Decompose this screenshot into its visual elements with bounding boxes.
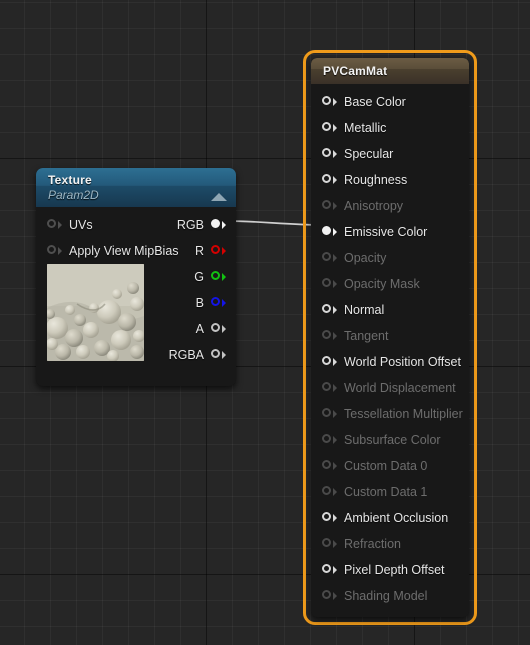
pin-label-tessellation-multiplier: Tessellation Multiplier (344, 407, 463, 421)
pin-row[interactable]: Normal (311, 297, 469, 323)
pin-row[interactable]: UVs RGB (36, 212, 236, 238)
pin-label-pixel-depth-offset: Pixel Depth Offset (344, 563, 445, 577)
texture-node-header[interactable]: Texture Param2D (36, 168, 236, 207)
pin-roughness-connector[interactable] (322, 173, 337, 187)
material-node-body-container: PVCamMat Base Color Metallic Specular Rough… (311, 58, 469, 617)
pin-label-rgba: RGBA (168, 348, 204, 362)
pin-rgb-connector[interactable] (211, 218, 226, 232)
pin-rgba-connector[interactable] (211, 348, 226, 362)
pin-r-connector[interactable] (211, 244, 226, 258)
pin-label-opacity-mask: Opacity Mask (344, 277, 420, 291)
pin-emissive-color-connector[interactable] (322, 225, 337, 239)
pin-row[interactable]: Custom Data 0 (311, 453, 469, 479)
pin-tangent-connector[interactable] (322, 329, 337, 343)
pin-anisotropy-connector[interactable] (322, 199, 337, 213)
pin-custom-data-1-connector[interactable] (322, 485, 337, 499)
texture-node-subtitle: Param2D (48, 188, 99, 202)
pin-base-color-connector[interactable] (322, 95, 337, 109)
pin-row[interactable]: Opacity (311, 245, 469, 271)
pin-label-a: A (195, 322, 204, 336)
pin-label-world-displacement: World Displacement (344, 381, 456, 395)
pin-label-world-position-offset: World Position Offset (344, 355, 461, 369)
pin-specular-connector[interactable] (322, 147, 337, 161)
pin-label-metallic: Metallic (344, 121, 387, 135)
pin-label-specular: Specular (344, 147, 394, 161)
pin-row[interactable]: Roughness (311, 167, 469, 193)
pin-world-displacement-connector[interactable] (322, 381, 337, 395)
material-node-body: Base Color Metallic Specular Roughness Aniso… (311, 84, 469, 617)
pin-row[interactable]: Base Color (311, 89, 469, 115)
material-node-header[interactable]: PVCamMat (311, 58, 469, 84)
pin-label-r: R (194, 244, 204, 258)
pin-row[interactable]: Tangent (311, 323, 469, 349)
pin-ambient-occlusion-connector[interactable] (322, 511, 337, 525)
pin-custom-data-0-connector[interactable] (322, 459, 337, 473)
pin-label-anisotropy: Anisotropy (344, 199, 404, 213)
pin-row[interactable]: Ambient Occlusion (311, 505, 469, 531)
material-node-title: PVCamMat (323, 63, 388, 78)
pin-label-custom-data-1: Custom Data 1 (344, 485, 428, 499)
texture-node-body: UVs RGB Apply View MipBias R G B A RGBA (36, 207, 236, 386)
node-material-output[interactable]: PVCamMat Base Color Metallic Specular Rough… (303, 50, 477, 625)
texture-node-title: Texture (48, 173, 92, 187)
pin-row[interactable]: Tessellation Multiplier (311, 401, 469, 427)
pin-label-b: B (195, 296, 204, 310)
pin-b-connector[interactable] (211, 296, 226, 310)
pin-subsurface-color-connector[interactable] (322, 433, 337, 447)
pin-row[interactable]: World Position Offset (311, 349, 469, 375)
pin-label-roughness: Roughness (344, 173, 408, 187)
pin-row[interactable]: Emissive Color (311, 219, 469, 245)
pin-label-uvs: UVs (69, 218, 93, 232)
pin-label-rgb: RGB (176, 218, 204, 232)
pin-normal-connector[interactable] (322, 303, 337, 317)
pin-pixel-depth-offset-connector[interactable] (322, 563, 337, 577)
pin-label-opacity: Opacity (344, 251, 387, 265)
pin-row[interactable]: Anisotropy (311, 193, 469, 219)
pin-label-emissive-color: Emissive Color (344, 225, 428, 239)
pin-row[interactable]: Opacity Mask (311, 271, 469, 297)
pin-uvs-connector[interactable] (47, 218, 62, 232)
pin-row[interactable]: Apply View MipBias R (36, 238, 236, 264)
pin-metallic-connector[interactable] (322, 121, 337, 135)
pin-row[interactable]: Shading Model (311, 583, 469, 609)
pin-shading-model-connector[interactable] (322, 589, 337, 603)
pin-opacity-mask-connector[interactable] (322, 277, 337, 291)
pin-label-normal: Normal (344, 303, 385, 317)
pin-world-position-offset-connector[interactable] (322, 355, 337, 369)
collapse-triangle-icon[interactable] (211, 193, 227, 201)
texture-preview-thumbnail[interactable] (47, 264, 144, 361)
pin-opacity-connector[interactable] (322, 251, 337, 265)
pin-a-connector[interactable] (211, 322, 226, 336)
pin-refraction-connector[interactable] (322, 537, 337, 551)
pin-label-subsurface-color: Subsurface Color (344, 433, 441, 447)
pin-row[interactable]: Subsurface Color (311, 427, 469, 453)
pin-label-ambient-occlusion: Ambient Occlusion (344, 511, 449, 525)
node-texture[interactable]: Texture Param2D UVs RGB Apply View MipBi… (36, 168, 236, 386)
pin-tessellation-multiplier-connector[interactable] (322, 407, 337, 421)
pin-label-g: G (194, 270, 204, 284)
pin-label-refraction: Refraction (344, 537, 401, 551)
pin-label-apply-view-mipbias: Apply View MipBias (69, 244, 179, 258)
pin-label-custom-data-0: Custom Data 0 (344, 459, 428, 473)
pin-row[interactable]: Custom Data 1 (311, 479, 469, 505)
pin-row[interactable]: Refraction (311, 531, 469, 557)
texture-node-body-container: Texture Param2D UVs RGB Apply View MipBi… (36, 168, 236, 386)
pin-apply-view-mipbias-connector[interactable] (47, 244, 62, 258)
pin-label-tangent: Tangent (344, 329, 389, 343)
pin-row[interactable]: Pixel Depth Offset (311, 557, 469, 583)
pin-row[interactable]: Metallic (311, 115, 469, 141)
pin-label-base-color: Base Color (344, 95, 406, 109)
pin-row[interactable]: Specular (311, 141, 469, 167)
pin-label-shading-model: Shading Model (344, 589, 428, 603)
pin-g-connector[interactable] (211, 270, 226, 284)
pin-row[interactable]: World Displacement (311, 375, 469, 401)
